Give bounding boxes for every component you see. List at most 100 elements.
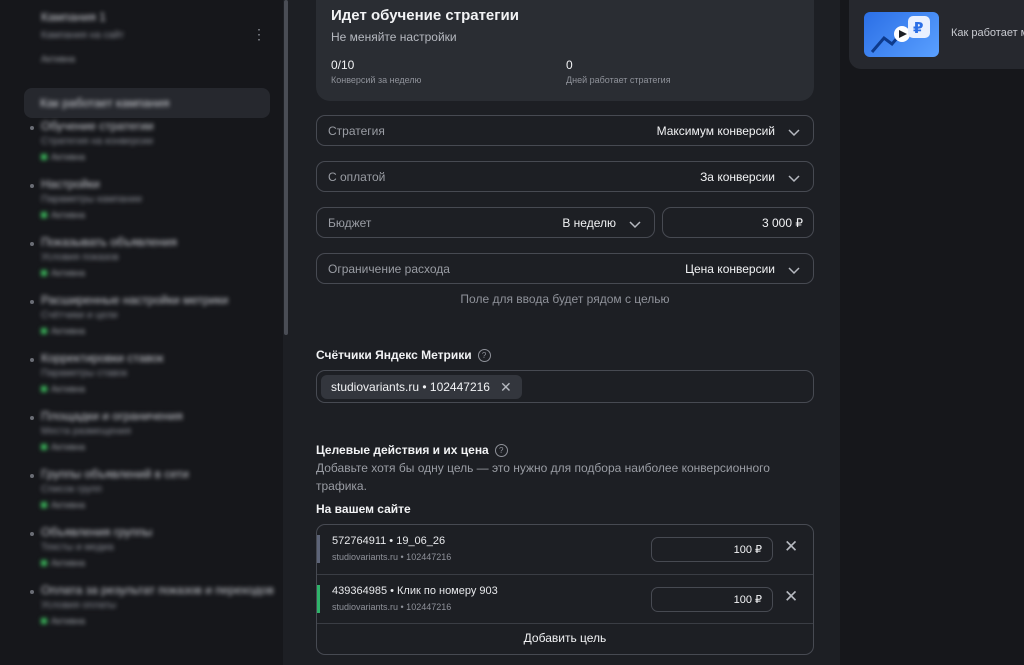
bullet-icon [30, 184, 34, 188]
counter-chip: studiovariants.ru • 102447216 ✕ [321, 375, 522, 399]
add-goal-button[interactable]: Добавить цель [317, 624, 813, 654]
on-site-title: На вашем сайте [316, 502, 411, 516]
strategy-learning-card: Идет обучение стратегии Не меняйте настр… [316, 0, 814, 101]
chevron-down-icon [788, 129, 800, 137]
sidebar-item-title: Группы объявлений в сети [41, 467, 189, 481]
sidebar-item-sub: Места размещения [41, 426, 132, 437]
goals-section-title: Целевые действия и их цена ? [316, 443, 508, 457]
goal-counter: studiovariants.ru • 102447216 [332, 602, 452, 612]
goal-status-bar [317, 535, 320, 563]
sidebar-item-sub: Условия оплаты [41, 600, 117, 611]
limit-hint: Поле для ввода будет рядом с целью [460, 292, 670, 306]
goal-price-value: 100 ₽ [733, 594, 762, 606]
status-badge: Активна [41, 442, 241, 452]
strategy-select[interactable]: Стратегия Максимум конверсий [316, 115, 814, 146]
goal-price-input[interactable]: 100 ₽ [651, 587, 773, 612]
status-badge: Активна [41, 152, 241, 162]
bullet-icon [30, 126, 34, 130]
days-value: 0 [566, 58, 573, 72]
sidebar-campaign-header[interactable]: Кампания 1 Кампания на сайт Активна [41, 10, 261, 64]
status-badge: Активна [41, 616, 241, 626]
sidebar-item-title: Оплата за результат показов и переходов [41, 583, 274, 597]
counters-input[interactable]: studiovariants.ru • 102447216 ✕ [316, 370, 814, 403]
chevron-down-icon [788, 175, 800, 183]
sidebar-item[interactable]: Обучение стратегии Стратегия на конверси… [41, 119, 241, 162]
budget-label: Бюджет [328, 216, 372, 230]
status-badge: Активна [41, 268, 241, 278]
goal-status-bar [317, 585, 320, 613]
campaign-badge: Активна [41, 54, 75, 64]
bullet-icon [30, 358, 34, 362]
sidebar-item-sub: Стратегия на конверсии [41, 136, 154, 147]
budget-amount-input[interactable]: 3 000 ₽ [662, 207, 814, 238]
status-badge: Активна [41, 500, 241, 510]
sidebar-item-title: Расширенные настройки метрики [41, 293, 229, 307]
video-card[interactable]: ₽ Как работает м [849, 0, 1024, 69]
sidebar-item[interactable]: Оплата за результат показов и переходов … [41, 583, 274, 626]
bullet-icon [30, 532, 34, 536]
counter-chip-label: studiovariants.ru • 102447216 [331, 380, 490, 394]
sidebar-item-title: Площадки и ограничения [41, 409, 183, 423]
sidebar-item-sub: Параметры ставок [41, 368, 128, 379]
goal-row: 572764911 • 19_06_26 studiovariants.ru •… [317, 525, 813, 574]
campaign-title: Кампания 1 [41, 10, 106, 24]
payment-select[interactable]: С оплатой За конверсии [316, 161, 814, 192]
goals-list: 572764911 • 19_06_26 studiovariants.ru •… [316, 524, 814, 655]
days-label: Дней работает стратегия [566, 75, 671, 85]
close-icon[interactable]: ✕ [784, 587, 798, 607]
goal-price-value: 100 ₽ [733, 544, 762, 556]
conversions-label: Конверсий за неделю [331, 75, 422, 85]
budget-period-value: В неделю [562, 216, 616, 230]
help-icon[interactable]: ? [494, 443, 508, 457]
goal-row: 439364985 • Клик по номеру 903 studiovar… [317, 575, 813, 624]
sidebar-item-title: Обучение стратегии [41, 119, 154, 133]
bullet-icon [30, 590, 34, 594]
budget-amount-value: 3 000 ₽ [762, 216, 803, 230]
bullet-icon [30, 416, 34, 420]
close-icon[interactable]: ✕ [784, 537, 798, 557]
bullet-icon [30, 242, 34, 246]
counters-section-title: Счётчики Яндекс Метрики ? [316, 348, 491, 362]
help-icon[interactable]: ? [477, 348, 491, 362]
status-badge: Активна [41, 384, 241, 394]
budget-period-select[interactable]: Бюджет В неделю [316, 207, 655, 238]
goals-title: Целевые действия и их цена [316, 443, 489, 457]
spend-limit-select[interactable]: Ограничение расхода Цена конверсии [316, 253, 814, 284]
sidebar-item[interactable]: Объявления группы Тексты и медиа Активна [41, 525, 241, 568]
close-icon[interactable]: ✕ [500, 379, 512, 396]
right-panel [840, 0, 1024, 665]
payment-value: За конверсии [700, 170, 775, 184]
campaign-subtitle: Кампания на сайт [41, 30, 125, 41]
learning-title: Идет обучение стратегии [331, 7, 519, 24]
sidebar-item[interactable]: Показывать объявления Условия показов Ак… [41, 235, 241, 278]
chevron-down-icon [629, 221, 641, 229]
sidebar-item[interactable]: Настройки Параметры кампании Активна [41, 177, 241, 220]
strategy-value: Максимум конверсий [656, 124, 775, 138]
status-badge: Активна [41, 210, 241, 220]
sidebar: Кампания 1 Кампания на сайт Активна ⋮ Ка… [0, 0, 283, 665]
bullet-icon [30, 474, 34, 478]
learning-subtitle: Не меняйте настройки [331, 30, 457, 44]
more-vertical-icon[interactable]: ⋮ [252, 26, 266, 43]
svg-text:₽: ₽ [913, 19, 923, 37]
goals-description: Добавьте хотя бы одну цель — это нужно д… [316, 461, 770, 493]
goal-name: 439364985 • Клик по номеру 903 [332, 585, 498, 597]
sidebar-item-title: Объявления группы [41, 525, 153, 539]
video-label: Как работает м [951, 27, 1024, 39]
sidebar-item-title: Корректировки ставок [41, 351, 164, 365]
goal-price-input[interactable]: 100 ₽ [651, 537, 773, 562]
goal-name: 572764911 • 19_06_26 [332, 535, 446, 547]
spend-limit-value: Цена конверсии [685, 262, 775, 276]
counters-title: Счётчики Яндекс Метрики [316, 348, 472, 362]
sidebar-item-title: Показывать объявления [41, 235, 177, 249]
sidebar-item[interactable]: Расширенные настройки метрики Счётчики и… [41, 293, 241, 336]
status-badge: Активна [41, 558, 241, 568]
sidebar-item[interactable]: Площадки и ограничения Места размещения … [41, 409, 241, 452]
goal-counter: studiovariants.ru • 102447216 [332, 552, 452, 562]
sidebar-item[interactable]: Корректировки ставок Параметры ставок Ак… [41, 351, 241, 394]
sidebar-item-selected[interactable]: Как работает кампания [24, 88, 270, 118]
sidebar-item[interactable]: Группы объявлений в сети Список групп Ак… [41, 467, 241, 510]
sidebar-item-sub: Счётчики и цели [41, 310, 118, 321]
on-site-label: На вашем сайте [316, 502, 411, 516]
status-badge: Активна [41, 326, 241, 336]
